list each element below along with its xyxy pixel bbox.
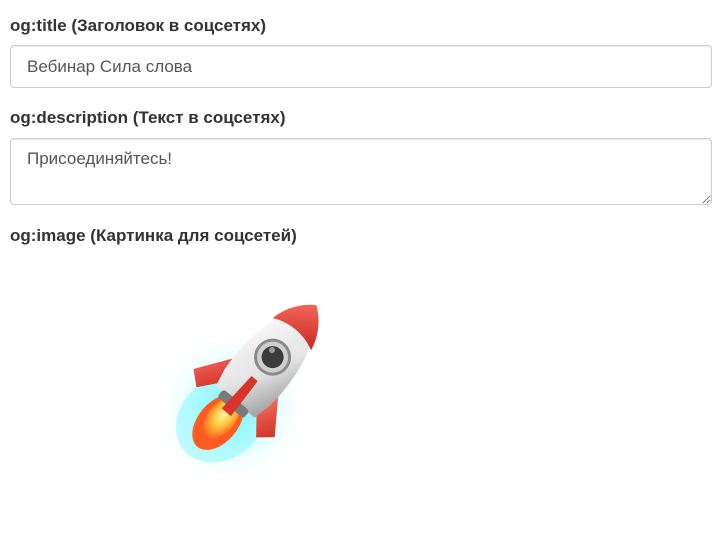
og-title-input[interactable] [10, 45, 712, 88]
rocket-icon [152, 304, 319, 488]
og-image-label: og:image (Картинка для соцсетей) [10, 226, 297, 245]
og-image-group: og:image (Картинка для соцсетей) [10, 226, 712, 246]
og-description-group: og:description (Текст в соцсетях) Присое… [10, 108, 712, 205]
og-title-group: og:title (Заголовок в соцсетях) [10, 16, 712, 88]
og-image-preview[interactable] [140, 268, 370, 498]
og-description-label: og:description (Текст в соцсетях) [10, 108, 286, 127]
og-title-label: og:title (Заголовок в соцсетях) [10, 16, 267, 35]
og-description-textarea[interactable]: Присоединяйтесь! [10, 138, 712, 205]
